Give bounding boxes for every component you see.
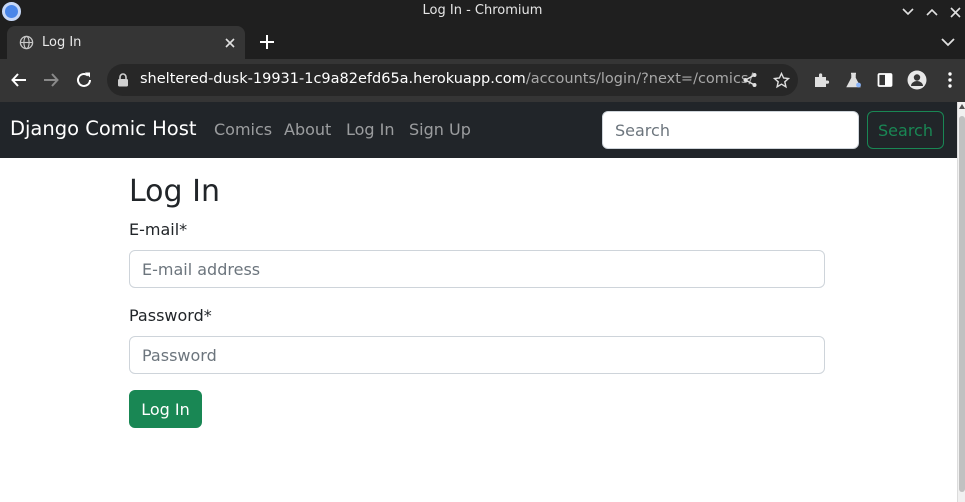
email-label: E-mail*: [129, 220, 188, 239]
site-navbar: Django Comic Host Comics About Log In Si…: [0, 102, 957, 158]
side-panel-button[interactable]: [874, 69, 896, 91]
site-brand[interactable]: Django Comic Host: [10, 117, 197, 140]
globe-icon: [19, 35, 34, 50]
puzzle-icon: [814, 72, 829, 87]
forward-arrow-icon: [44, 73, 59, 87]
nav-link-sign-up[interactable]: Sign Up: [409, 120, 471, 139]
tab-log-in[interactable]: Log In: [7, 26, 245, 59]
minimize-icon[interactable]: [898, 2, 918, 22]
password-field[interactable]: [129, 336, 825, 374]
share-icon: [743, 73, 757, 87]
email-field[interactable]: [129, 250, 825, 288]
url-host: sheltered-dusk-19931-1c9a82efd65a.heroku…: [140, 71, 526, 87]
side-panel-icon: [877, 73, 893, 87]
profile-button[interactable]: [906, 69, 928, 91]
password-label: Password*: [129, 306, 212, 325]
site-search-input[interactable]: [602, 111, 859, 149]
site-search-button[interactable]: Search: [867, 111, 944, 149]
maximize-icon[interactable]: [922, 2, 942, 22]
back-arrow-icon: [11, 73, 26, 87]
share-button[interactable]: [739, 69, 761, 91]
forward-button[interactable]: [40, 69, 62, 91]
profile-avatar-icon: [907, 70, 927, 90]
tab-search-chevron-icon[interactable]: [938, 32, 958, 52]
tab-label: Log In: [42, 35, 82, 50]
browser-toolbar: sheltered-dusk-19931-1c9a82efd65a.heroku…: [0, 59, 965, 102]
new-tab-icon[interactable]: [257, 32, 277, 52]
url-path: /accounts/login/?next=/comics/: [525, 71, 754, 87]
nav-link-about[interactable]: About: [284, 120, 331, 139]
web-page: Django Comic Host Comics About Log In Si…: [0, 102, 957, 502]
extensions-button[interactable]: [810, 69, 832, 91]
star-icon: [772, 71, 790, 88]
reload-icon: [77, 72, 91, 87]
window-title: Log In - Chromium: [422, 3, 543, 18]
page-scrollbar[interactable]: [957, 102, 965, 502]
nav-link-comics[interactable]: Comics: [214, 120, 272, 139]
nav-link-log-in[interactable]: Log In: [346, 120, 395, 139]
tab-close-icon[interactable]: [222, 35, 238, 51]
reload-button[interactable]: [73, 69, 95, 91]
page-title: Log In: [129, 174, 220, 209]
log-in-button[interactable]: Log In: [129, 390, 202, 428]
flask-icon: [845, 72, 861, 87]
scrollbar-thumb[interactable]: [959, 116, 965, 492]
lab-extension-button[interactable]: [842, 69, 864, 91]
bookmark-button[interactable]: [770, 69, 792, 91]
lock-icon[interactable]: [117, 73, 129, 87]
address-bar[interactable]: sheltered-dusk-19931-1c9a82efd65a.heroku…: [107, 64, 798, 96]
close-window-icon[interactable]: [945, 2, 965, 22]
browser-menu-button[interactable]: [939, 69, 961, 91]
window-titlebar: Log In - Chromium: [0, 0, 965, 24]
url-text[interactable]: sheltered-dusk-19931-1c9a82efd65a.heroku…: [140, 71, 753, 87]
kebab-menu-icon: [948, 72, 952, 88]
scroll-up-icon[interactable]: [959, 104, 965, 109]
tab-strip: Log In: [0, 24, 965, 59]
back-button[interactable]: [8, 69, 30, 91]
